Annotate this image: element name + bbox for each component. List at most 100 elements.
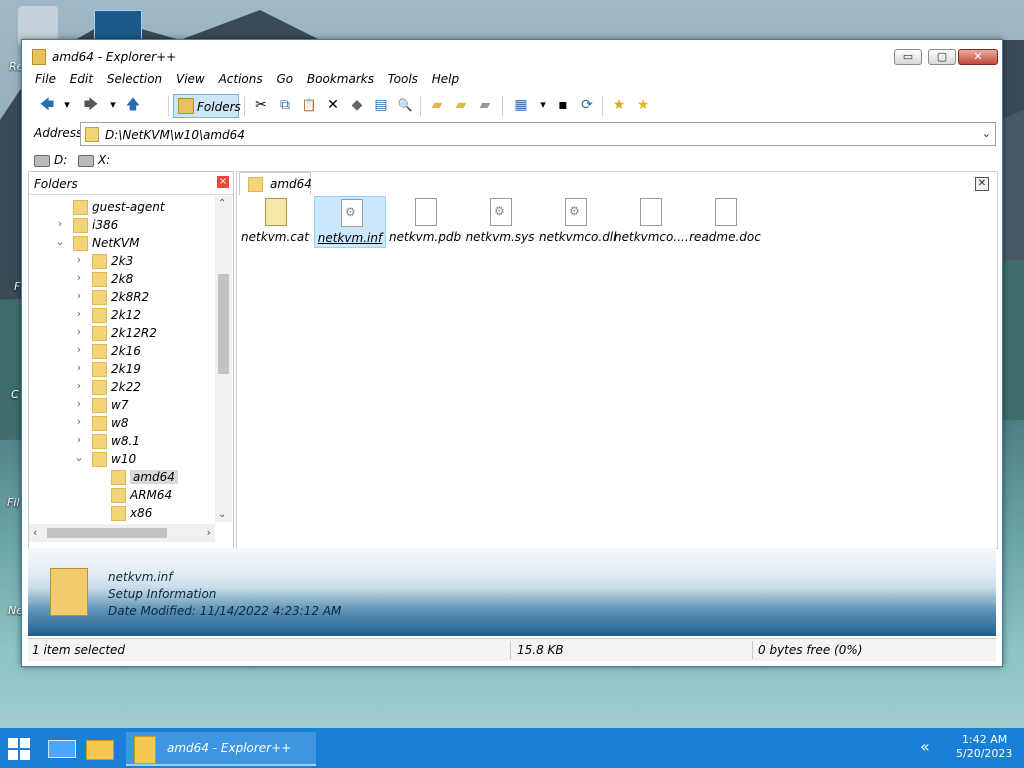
back-icon[interactable]: 🡄 bbox=[38, 96, 56, 114]
scroll-up-icon[interactable]: ⌃ bbox=[218, 198, 226, 209]
address-bar[interactable]: D:\NetKVM\w10\amd64 ⌄ bbox=[80, 122, 996, 146]
minimize-button[interactable]: ▭ bbox=[894, 49, 922, 65]
forward-icon[interactable]: 🡆 bbox=[82, 96, 100, 114]
desktop-label: F bbox=[14, 280, 21, 293]
file-item[interactable]: netkvm.pdb bbox=[389, 196, 461, 248]
menu-view[interactable]: View bbox=[171, 70, 210, 88]
folder-icon bbox=[73, 200, 88, 215]
expand-icon[interactable]: › bbox=[74, 253, 84, 266]
menu-selection[interactable]: Selection bbox=[102, 70, 167, 88]
folder-icon bbox=[73, 218, 88, 233]
copy-to-folder-icon[interactable]: ▰ bbox=[452, 96, 470, 114]
up-icon[interactable]: 🡅 bbox=[124, 96, 142, 114]
folder-icon bbox=[92, 326, 107, 341]
expand-icon[interactable]: › bbox=[74, 289, 84, 302]
details-file-name: netkvm.inf bbox=[108, 570, 173, 584]
tree-node-label: 2k12 bbox=[111, 308, 141, 322]
desktop-app-icon[interactable] bbox=[94, 10, 142, 42]
menu-edit[interactable]: Edit bbox=[65, 70, 98, 88]
scroll-right-icon[interactable]: › bbox=[207, 526, 211, 539]
toolbar: 🡄 ▾ 🡆 ▾ 🡅 Folders ✂ ⧉ 📋 ✕ ◆ ▤ 🔍 ▰ ▰ ▰ ▦ … bbox=[30, 92, 996, 120]
maximize-icon: ▢ bbox=[936, 50, 948, 63]
command-prompt-icon[interactable]: ▪ bbox=[554, 96, 572, 114]
address-dropdown-icon[interactable]: ⌄ bbox=[982, 127, 991, 140]
expand-icon[interactable]: › bbox=[74, 343, 84, 356]
tree-node-label: ARM64 bbox=[130, 488, 173, 502]
file-item[interactable]: readme.doc bbox=[689, 196, 761, 248]
menu-file[interactable]: File bbox=[30, 70, 61, 88]
desktop-label: Fil bbox=[7, 496, 20, 509]
collapse-icon[interactable]: ⌄ bbox=[74, 451, 84, 464]
forward-dropdown-icon[interactable]: ▾ bbox=[104, 96, 122, 114]
tree-node-label: w8 bbox=[111, 416, 129, 430]
vertical-scrollbar[interactable]: ⌃ ⌄ bbox=[215, 196, 232, 522]
clock-time[interactable]: 1:42 AM bbox=[962, 733, 1007, 746]
paste-icon[interactable]: 📋 bbox=[300, 96, 318, 114]
clock-date[interactable]: 5/20/2023 bbox=[956, 747, 1012, 760]
drive-label: X: bbox=[98, 153, 111, 167]
start-button[interactable] bbox=[8, 738, 30, 760]
views-icon[interactable]: ▦ bbox=[512, 96, 530, 114]
scroll-down-icon[interactable]: ⌄ bbox=[218, 509, 226, 520]
task-view-button[interactable] bbox=[44, 732, 80, 764]
close-icon[interactable]: × bbox=[217, 176, 229, 188]
file-item[interactable]: netkvmco.... bbox=[614, 196, 689, 248]
expand-icon[interactable]: › bbox=[74, 379, 84, 392]
menu-tools[interactable]: Tools bbox=[383, 70, 423, 88]
scroll-thumb[interactable] bbox=[218, 274, 229, 374]
expand-icon[interactable]: › bbox=[74, 361, 84, 374]
delete-permanently-icon[interactable]: ◆ bbox=[348, 96, 366, 114]
expand-icon[interactable]: › bbox=[74, 433, 84, 446]
delete-icon[interactable]: ✕ bbox=[324, 96, 342, 114]
tree-node-label: i386 bbox=[92, 218, 119, 232]
search-icon[interactable]: 🔍 bbox=[396, 96, 414, 114]
folder-tree[interactable]: guest-agent › i386 ⌄ NetKVM › 2k3 › 2k8 › 2k8R2 › 2k… bbox=[29, 196, 215, 522]
views-dropdown-icon[interactable]: ▾ bbox=[534, 96, 552, 114]
tab-label: amd64 bbox=[270, 177, 312, 191]
file-explorer-taskbar-button[interactable] bbox=[82, 732, 118, 764]
tab-amd64[interactable]: amd64 bbox=[239, 172, 312, 195]
file-item[interactable]: netkvm.sys bbox=[464, 196, 536, 248]
expand-icon[interactable]: › bbox=[74, 307, 84, 320]
scroll-left-icon[interactable]: ‹ bbox=[33, 526, 37, 539]
maximize-button[interactable]: ▢ bbox=[928, 49, 956, 65]
expand-icon[interactable]: › bbox=[74, 397, 84, 410]
add-bookmark-icon[interactable]: ★ bbox=[610, 96, 628, 114]
folders-toggle-button[interactable]: Folders bbox=[173, 94, 241, 118]
toolbar-separator bbox=[602, 96, 603, 116]
file-item[interactable]: netkvmco.dll bbox=[539, 196, 616, 248]
new-folder-icon[interactable]: ▰ bbox=[428, 96, 446, 114]
move-to-folder-icon[interactable]: ▰ bbox=[476, 96, 494, 114]
collapse-icon[interactable]: ⌄ bbox=[55, 235, 65, 248]
file-item[interactable]: netkvm.inf bbox=[314, 196, 386, 248]
refresh-icon[interactable]: ⟳ bbox=[578, 96, 596, 114]
menu-go[interactable]: Go bbox=[271, 70, 298, 88]
expand-icon[interactable]: › bbox=[74, 271, 84, 284]
system-file-icon bbox=[490, 198, 512, 226]
file-item[interactable]: netkvm.cat bbox=[239, 196, 311, 248]
tree-node-label: amd64 bbox=[130, 470, 178, 484]
file-name: netkvmco.... bbox=[614, 230, 689, 244]
explorer-window: amd64 - Explorer++ ▭ ▢ ✕ File Edit Selec… bbox=[21, 39, 1003, 667]
menu-bookmarks[interactable]: Bookmarks bbox=[302, 70, 379, 88]
show-hidden-icons-icon[interactable]: « bbox=[920, 737, 930, 756]
system-file-icon bbox=[341, 199, 363, 227]
menu-help[interactable]: Help bbox=[427, 70, 464, 88]
expand-icon[interactable]: › bbox=[74, 325, 84, 338]
expand-icon[interactable]: › bbox=[55, 217, 65, 230]
cut-icon[interactable]: ✂ bbox=[252, 96, 270, 114]
close-button[interactable]: ✕ bbox=[958, 49, 998, 65]
menu-actions[interactable]: Actions bbox=[214, 70, 268, 88]
back-dropdown-icon[interactable]: ▾ bbox=[58, 96, 76, 114]
expand-icon[interactable]: › bbox=[74, 415, 84, 428]
file-name: netkvm.sys bbox=[465, 230, 535, 244]
title-bar[interactable]: amd64 - Explorer++ ▭ ▢ ✕ bbox=[22, 40, 1002, 70]
properties-icon[interactable]: ▤ bbox=[372, 96, 390, 114]
address-input[interactable]: D:\NetKVM\w10\amd64 bbox=[105, 128, 245, 142]
bookmarks-icon[interactable]: ★ bbox=[634, 96, 652, 114]
copy-icon[interactable]: ⧉ bbox=[276, 96, 294, 114]
tree-node-label: 2k8 bbox=[111, 272, 134, 286]
close-tab-icon[interactable]: ✕ bbox=[975, 177, 989, 191]
scroll-thumb[interactable] bbox=[47, 528, 167, 538]
horizontal-scrollbar[interactable]: ‹ › bbox=[29, 524, 215, 542]
